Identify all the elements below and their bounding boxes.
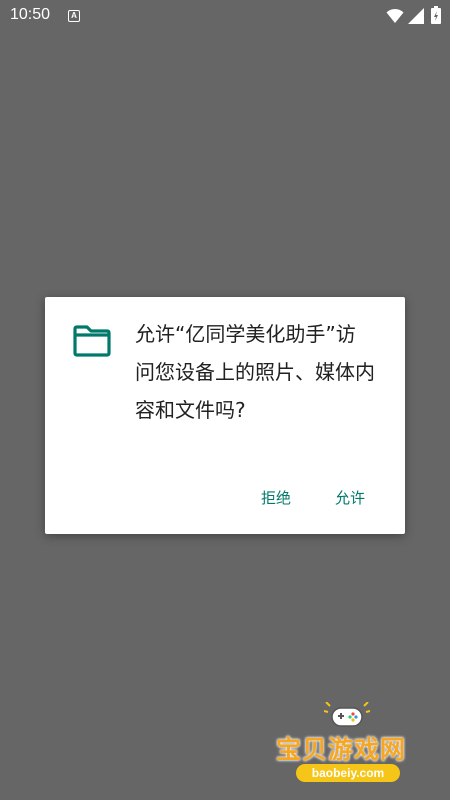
status-time: 10:50 xyxy=(10,6,51,23)
dialog-actions: 拒绝 允许 xyxy=(261,487,365,508)
watermark-title: 宝贝游戏网 xyxy=(276,735,407,764)
battery-icon xyxy=(431,6,441,24)
allow-button[interactable]: 允许 xyxy=(335,487,365,508)
status-bar: 10:50 A xyxy=(0,0,450,32)
permission-dialog: 允许“亿同学美化助手”访问您设备上的照片、媒体内容和文件吗? 拒绝 允许 xyxy=(45,297,405,534)
watermark-url: baobeiy.com xyxy=(296,764,400,782)
cellular-signal-icon xyxy=(408,8,424,24)
notification-letter: A xyxy=(71,11,77,20)
a-letter-icon: A xyxy=(68,10,80,22)
folder-icon xyxy=(73,325,111,357)
wifi-icon xyxy=(386,8,404,23)
dialog-message: 允许“亿同学美化助手”访问您设备上的照片、媒体内容和文件吗? xyxy=(135,322,375,422)
deny-button[interactable]: 拒绝 xyxy=(261,487,291,508)
watermark-logo: 宝贝游戏网 baobeiy.com xyxy=(272,700,422,790)
